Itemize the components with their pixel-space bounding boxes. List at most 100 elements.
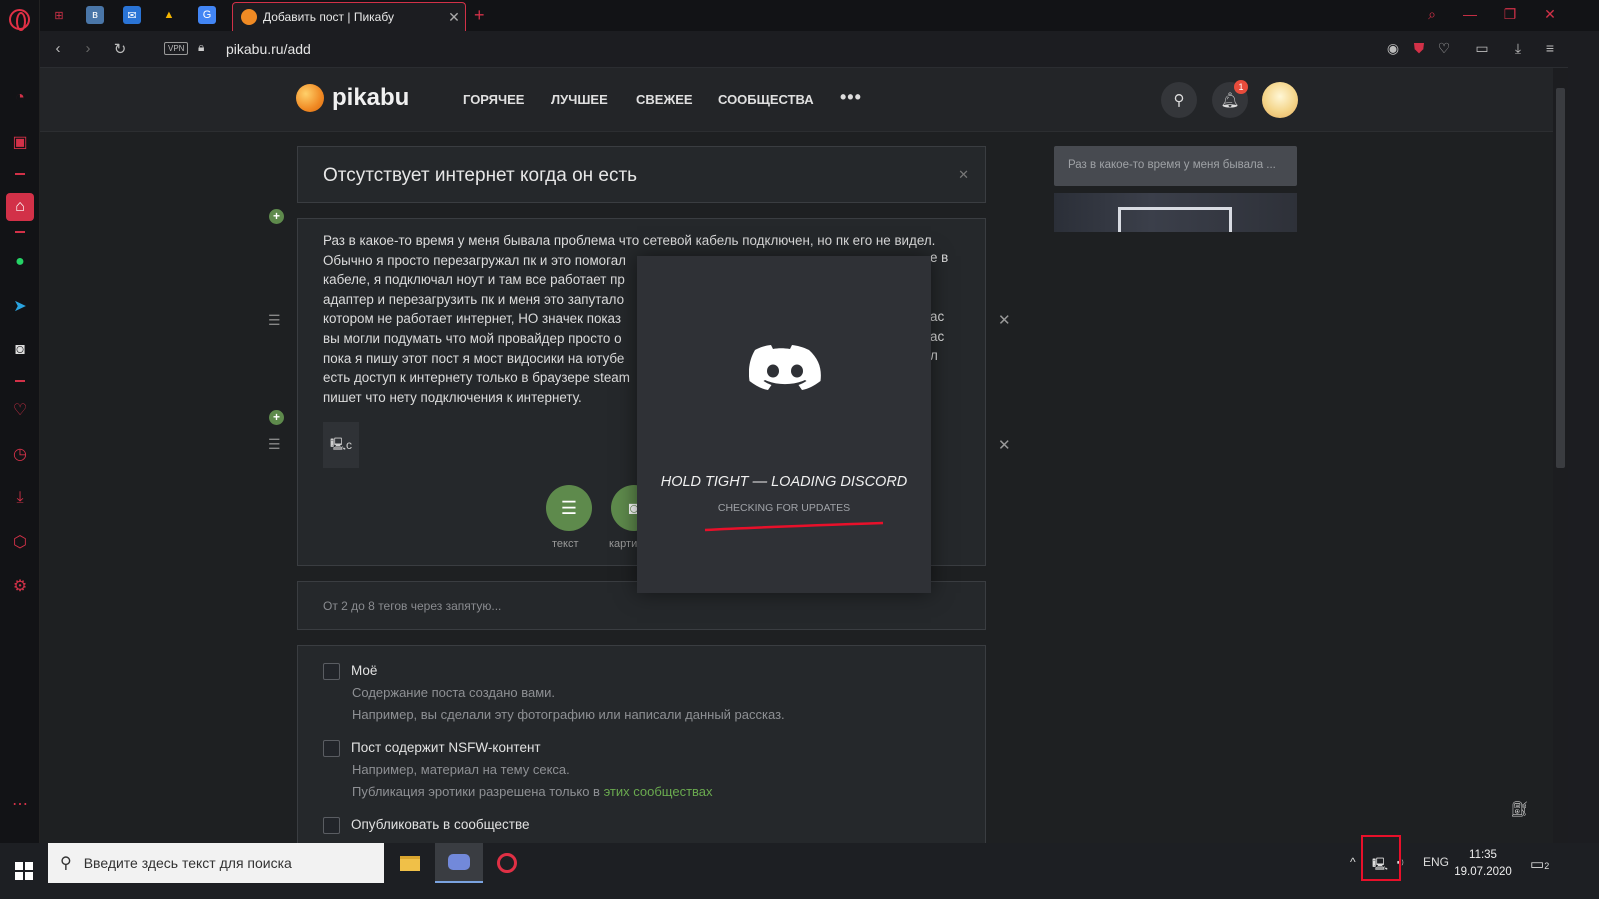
paint-bucket-icon[interactable]: ⛽︎ bbox=[1510, 800, 1529, 818]
adblock-shield-icon[interactable]: ⛊ bbox=[1409, 40, 1429, 57]
download-icon[interactable]: ⤓ bbox=[1508, 40, 1528, 57]
remove-block-icon[interactable]: ✕ bbox=[998, 436, 1011, 454]
action-center-icon[interactable]: ▭2 bbox=[1530, 855, 1549, 873]
speed-dial-icon[interactable]: ◔ bbox=[10, 88, 30, 108]
nsfw-note: Публикация эротики разрешена только в эт… bbox=[352, 784, 713, 799]
opera-sidebar: ◔ ▣ ⌂ ● ➤ ◙ ♡ ◷ ⤓ ⬡ ⚙ ⋯ bbox=[0, 0, 40, 860]
mine-checkbox[interactable] bbox=[323, 663, 340, 680]
telegram-icon[interactable]: ➤ bbox=[10, 296, 30, 316]
tray-expand-icon[interactable]: ^ bbox=[1350, 855, 1356, 869]
add-text-button[interactable]: ☰ bbox=[546, 485, 592, 531]
mail-icon[interactable]: ✉ bbox=[123, 6, 141, 24]
vpn-badge[interactable]: VPN bbox=[164, 42, 189, 55]
nav-more-icon[interactable]: ••• bbox=[840, 87, 862, 108]
new-tab-button[interactable]: + bbox=[474, 5, 485, 26]
taskbar-clock[interactable]: 11:35 19.07.2020 bbox=[1452, 847, 1514, 881]
extensions-icon[interactable]: ⬡ bbox=[10, 532, 30, 552]
add-text-label: текст bbox=[552, 538, 579, 550]
body-line-tail: ас bbox=[930, 309, 945, 324]
home-icon[interactable]: ⌂ bbox=[10, 197, 30, 217]
tab-close-icon[interactable]: ✕ bbox=[443, 9, 465, 26]
computer-icon: 🖳︎ bbox=[329, 436, 346, 451]
title-close-icon[interactable]: ✕ bbox=[958, 167, 969, 183]
battery-saver-icon[interactable]: ▭ bbox=[1472, 40, 1492, 57]
maximize-button[interactable]: ❐ bbox=[1500, 6, 1520, 23]
page-scrollbar[interactable] bbox=[1553, 68, 1568, 843]
opera-menu-icon[interactable] bbox=[9, 9, 30, 31]
nav-fresh[interactable]: СВЕЖЕЕ bbox=[636, 92, 693, 107]
community-checkbox[interactable] bbox=[323, 817, 340, 834]
post-preview-card[interactable]: Раз в какое-то время у меня бывала ... bbox=[1054, 146, 1297, 186]
add-block-plus-icon[interactable]: + bbox=[269, 410, 284, 425]
community-label[interactable]: Опубликовать в сообществе bbox=[351, 817, 530, 832]
drag-handle-icon[interactable]: ☰ bbox=[268, 436, 281, 453]
nav-communities[interactable]: СООБЩЕСТВА bbox=[718, 92, 814, 107]
mine-description: Содержание поста создано вами. bbox=[352, 685, 556, 700]
post-title[interactable]: Отсутствует интернет когда он есть bbox=[323, 165, 637, 187]
add-block-plus-icon[interactable]: + bbox=[269, 209, 284, 224]
more-icon[interactable]: ⋯ bbox=[10, 794, 30, 814]
opera-icon bbox=[497, 853, 517, 873]
nav-best[interactable]: ЛУЧШЕЕ bbox=[551, 92, 608, 107]
clock-date: 19.07.2020 bbox=[1454, 866, 1512, 878]
search-icon[interactable]: ⚲ bbox=[1161, 82, 1197, 118]
avatar[interactable] bbox=[1262, 82, 1298, 118]
logo-text: pikabu bbox=[332, 84, 410, 111]
nsfw-checkbox[interactable] bbox=[323, 740, 340, 757]
mine-label[interactable]: Моё bbox=[351, 663, 377, 678]
heart-icon[interactable]: ♡ bbox=[10, 400, 30, 420]
discord-loading-status: CHECKING FOR UPDATES bbox=[717, 502, 851, 514]
history-icon[interactable]: ◷ bbox=[10, 444, 30, 464]
easy-setup-icon[interactable]: ≡ bbox=[1540, 40, 1560, 56]
minimize-button[interactable]: — bbox=[1460, 6, 1480, 22]
translate-icon[interactable]: G bbox=[198, 6, 216, 24]
bookmark-heart-icon[interactable]: ♡ bbox=[1434, 40, 1454, 57]
tab-active[interactable]: Добавить пост | Пикабу ✕ bbox=[232, 2, 466, 31]
drive-icon[interactable]: ▲ bbox=[160, 6, 178, 24]
sidebar-divider bbox=[15, 380, 25, 382]
scroll-thumb[interactable] bbox=[1556, 88, 1565, 468]
settings-gear-icon[interactable]: ⚙ bbox=[10, 576, 30, 596]
nav-hot[interactable]: ГОРЯЧЕЕ bbox=[463, 92, 524, 107]
downloads-icon[interactable]: ⤓ bbox=[10, 488, 30, 508]
language-indicator[interactable]: ENG bbox=[1423, 855, 1449, 869]
remove-block-icon[interactable]: ✕ bbox=[998, 311, 1011, 329]
discord-sidebar-icon[interactable]: ◙ bbox=[10, 340, 30, 360]
lock-icon[interactable]: 🔒︎ bbox=[198, 40, 204, 55]
site-logo[interactable]: pikabu bbox=[296, 84, 409, 112]
address-bar: ‹ › ↻ VPN 🔒︎ pikabu.ru/add ◉ ⛊ ♡ ▭ ⤓ ≡ bbox=[40, 31, 1599, 68]
drag-handle-icon[interactable]: ☰ bbox=[268, 312, 281, 329]
nsfw-communities-link[interactable]: этих сообществах bbox=[604, 784, 713, 799]
image-attachment-chip[interactable]: 🖳︎ с bbox=[323, 422, 359, 468]
site-header: pikabu ГОРЯЧЕЕ ЛУЧШЕЕ СВЕЖЕЕ СООБЩЕСТВА … bbox=[40, 68, 1553, 132]
mine-example: Например, вы сделали эту фотографию или … bbox=[352, 707, 785, 722]
sidebar-divider bbox=[15, 231, 25, 233]
forward-button[interactable]: › bbox=[78, 40, 98, 57]
start-button[interactable] bbox=[0, 843, 48, 899]
game-controller-icon[interactable]: ⊞ bbox=[50, 6, 68, 24]
text-block-icon: ☰ bbox=[560, 497, 578, 518]
search-tabs-icon[interactable]: ⌕ bbox=[1422, 6, 1442, 23]
body-line-tail: л bbox=[930, 348, 938, 363]
url-field[interactable]: pikabu.ru/add bbox=[226, 41, 311, 57]
windows-logo-icon bbox=[15, 862, 33, 880]
preview-text: Раз в какое-то время у меня бывала ... bbox=[1068, 159, 1276, 171]
notifications-button[interactable]: 🔔︎ 1 bbox=[1212, 80, 1248, 118]
opera-taskbar-button[interactable] bbox=[483, 843, 531, 883]
file-explorer-button[interactable] bbox=[386, 843, 434, 883]
post-title-block[interactable]: Отсутствует интернет когда он есть ✕ bbox=[297, 146, 986, 203]
vk-icon[interactable]: в bbox=[86, 6, 104, 24]
body-line-tail: ас bbox=[930, 329, 945, 344]
taskbar-search[interactable]: ⚲ Введите здесь текст для поиска bbox=[48, 843, 384, 883]
back-button[interactable]: ‹ bbox=[48, 40, 68, 57]
discord-icon bbox=[448, 854, 470, 870]
tags-placeholder: От 2 до 8 тегов через запятую... bbox=[323, 599, 502, 613]
reload-icon[interactable]: ↻ bbox=[110, 40, 130, 58]
close-window-button[interactable]: ✕ bbox=[1540, 6, 1560, 23]
red-underline-annotation bbox=[704, 521, 884, 532]
twitch-icon[interactable]: ▣ bbox=[10, 132, 30, 152]
discord-taskbar-button[interactable] bbox=[435, 843, 483, 883]
snapshot-icon[interactable]: ◉ bbox=[1383, 40, 1403, 57]
whatsapp-icon[interactable]: ● bbox=[10, 252, 30, 272]
nsfw-label[interactable]: Пост содержит NSFW-контент bbox=[351, 740, 541, 755]
